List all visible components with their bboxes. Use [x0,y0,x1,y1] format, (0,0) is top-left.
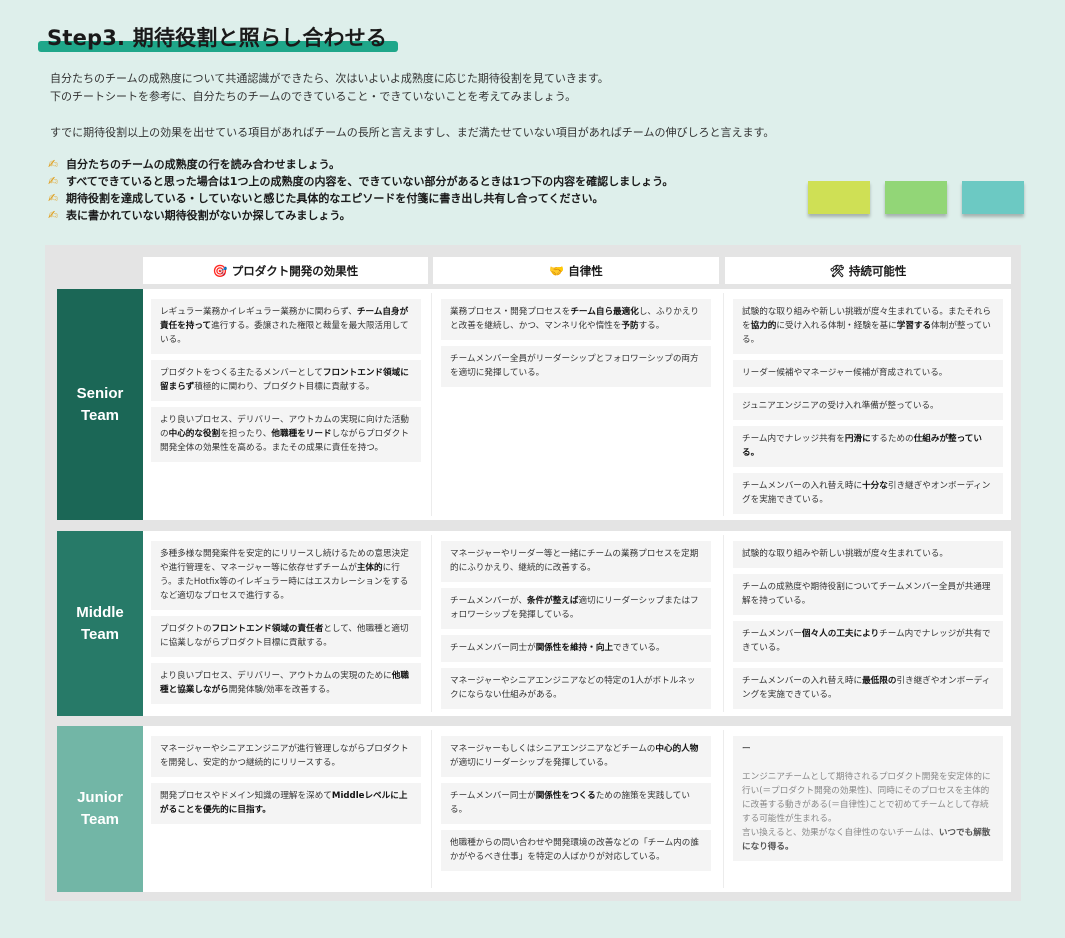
instruction-item: ✍ 期待役割を達成している・していないと感じた具体的なエピソードを付箋に書き出し共… [48,191,604,205]
writing-hand-icon: ✍ [48,174,59,188]
cell-middle-effectiveness: 多種多様な開発案件を安定的にリリースし続けるための意思決定や進行管理を、マネージ… [151,531,421,716]
sticky-note-green[interactable] [885,181,947,214]
expectation-card: ジュニアエンジニアの受け入れ準備が整っている。 [733,393,1003,420]
handshake-icon: 🤝 [549,263,565,278]
writing-hand-icon: ✍ [48,191,59,205]
expectation-card: ーエンジニアチームとして期待されるプロダクト開発を安定体的に行い(＝プロダクト開… [733,736,1003,861]
expectation-card: 試験的な取り組みや新しい挑戦が度々生まれている。 [733,541,1003,568]
expectation-card: チーム内でナレッジ共有を円滑にするための仕組みが整っている。 [733,426,1003,467]
instruction-item: ✍ すべてできていると思った場合は1つ上の成熟度の内容を、できていない部分があると… [48,174,674,188]
page-title-wrap: Step3. 期待役割と照らし合わせる [38,22,398,52]
instruction-item: ✍ 表に書かれていない期待役割がないか探してみましょう。 [48,208,351,222]
expectation-card: チームメンバーの入れ替え時に十分な引き継ぎやオンボーディングを実施できている。 [733,473,1003,514]
sticky-note-yellow[interactable] [808,181,870,214]
expectation-card: より良いプロセス、デリバリー、アウトカムの実現に向けた活動の中心的な役割を担った… [151,407,421,462]
expectation-card: マネージャーやリーダー等と一緒にチームの業務プロセスを定期的にふりかえり、継続的… [441,541,711,582]
cell-junior-sustainability: ーエンジニアチームとして期待されるプロダクト開発を安定体的に行い(＝プロダクト開… [733,726,1003,892]
expectation-card: 開発プロセスやドメイン知識の理解を深めてMiddleレベルに上がることを優先的に… [151,783,421,824]
sticky-note-palette [808,181,1024,214]
column-header-effectiveness: 🎯 プロダクト開発の効果性 [143,257,428,284]
expectation-card: レギュラー業務かイレギュラー業務かに関わらず、チーム自身が責任を持って進行する。… [151,299,421,354]
expectation-card: チームメンバー同士が関係性をつくるための施策を実践している。 [441,783,711,824]
column-header-sustainability: 🛠 持続可能性 [725,257,1011,284]
cell-senior-autonomy: 業務プロセス・開発プロセスをチーム自ら最適化し、ふりかえりと改善を継続し、かつ、… [441,289,711,520]
row-label-senior: Senior Team [57,289,143,520]
target-icon: 🎯 [212,263,228,278]
expectation-card: マネージャーやシニアエンジニアが進行管理しながらプロダクトを開発し、安定的かつ継… [151,736,421,777]
row-label-middle: Middle Team [57,531,143,716]
expectation-card: 試験的な取り組みや新しい挑戦が度々生まれている。またそれらを協力的に受け入れる体… [733,299,1003,354]
cell-middle-autonomy: マネージャーやリーダー等と一緒にチームの業務プロセスを定期的にふりかえり、継続的… [441,531,711,716]
row-senior-team: Senior Team レギュラー業務かイレギュラー業務かに関わらず、チーム自身が… [57,289,1011,520]
expectation-card: マネージャーやシニアエンジニアなどの特定の1人がボトルネックにならない仕組みがあ… [441,668,711,709]
expectation-card: チームメンバー全員がリーダーシップとフォロワーシップの両方を適切に発揮している。 [441,346,711,387]
expectation-card: 多種多様な開発案件を安定的にリリースし続けるための意思決定や進行管理を、マネージ… [151,541,421,610]
expectation-card: プロダクトのフロントエンド領域の責任者として、他職種と適切に協業しながらプロダク… [151,616,421,657]
row-junior-team: Junior Team マネージャーやシニアエンジニアが進行管理しながらプロダクト… [57,726,1011,892]
expectation-card: チームメンバーの入れ替え時に最低限の引き継ぎやオンボーディングを実施できている。 [733,668,1003,709]
intro-line: 自分たちのチームの成熟度について共通認識ができたら、次はいよいよ成熟度に応じた期… [50,72,609,85]
sticky-note-teal[interactable] [962,181,1024,214]
page-title: Step3. 期待役割と照らし合わせる [47,26,388,50]
cheat-sheet-table: 🎯 プロダクト開発の効果性 🤝 自律性 🛠 持続可能性 Senior Team レ… [45,245,1021,901]
expectation-card: より良いプロセス、デリバリー、アウトカムの実現のために他職種と協業しながら開発体… [151,663,421,704]
instruction-item: ✍ 自分たちのチームの成熟度の行を読み合わせましょう。 [48,157,341,171]
cell-middle-sustainability: 試験的な取り組みや新しい挑戦が度々生まれている。チームの成熟度や期待役割について… [733,531,1003,716]
cell-senior-sustainability: 試験的な取り組みや新しい挑戦が度々生まれている。またそれらを協力的に受け入れる体… [733,289,1003,520]
expectation-card: 他職種からの問い合わせや開発環境の改善などの「チーム内の誰かがやるべき仕事」を特… [441,830,711,871]
column-header-autonomy: 🤝 自律性 [433,257,719,284]
tools-icon: 🛠 [829,263,845,278]
expectation-card: マネージャーもしくはシニアエンジニアなどチームの中心的人物が適切にリーダーシップ… [441,736,711,777]
cell-junior-effectiveness: マネージャーやシニアエンジニアが進行管理しながらプロダクトを開発し、安定的かつ継… [151,726,421,892]
row-middle-team: Middle Team 多種多様な開発案件を安定的にリリースし続けるための意思決定… [57,531,1011,716]
cell-senior-effectiveness: レギュラー業務かイレギュラー業務かに関わらず、チーム自身が責任を持って進行する。… [151,289,421,520]
instruction-list: ✍ 自分たちのチームの成熟度の行を読み合わせましょう。 ✍ すべてできていると思った… [48,156,673,224]
expectation-card: チームメンバーが、条件が整えば適切にリーダーシップまたはフォロワーシップを発揮し… [441,588,711,629]
expectation-card: チームメンバー同士が関係性を維持・向上できている。 [441,635,711,662]
expectation-card: チームの成熟度や期待役割についてチームメンバー全員が共通理解を持っている。 [733,574,1003,615]
writing-hand-icon: ✍ [48,208,59,222]
row-label-junior: Junior Team [57,726,143,892]
expectation-card: 業務プロセス・開発プロセスをチーム自ら最適化し、ふりかえりと改善を継続し、かつ、… [441,299,711,340]
expectation-card: チームメンバー個々人の工夫によりチーム内でナレッジが共有できている。 [733,621,1003,662]
expectation-card: プロダクトをつくる主たるメンバーとしてフロントエンド領域に留まらず積極的に関わり… [151,360,421,401]
cell-junior-autonomy: マネージャーもしくはシニアエンジニアなどチームの中心的人物が適切にリーダーシップ… [441,726,711,892]
expectation-card: リーダー候補やマネージャー候補が育成されている。 [733,360,1003,387]
intro-text: 自分たちのチームの成熟度について共通認識ができたら、次はいよいよ成熟度に応じた期… [50,70,774,142]
intro-line: 下のチートシートを参考に、自分たちのチームのできていること・できていないことを考… [50,90,577,103]
writing-hand-icon: ✍ [48,157,59,171]
intro-line: すでに期待役割以上の効果を出せている項目があればチームの長所と言えますし、まだ満… [50,126,775,139]
